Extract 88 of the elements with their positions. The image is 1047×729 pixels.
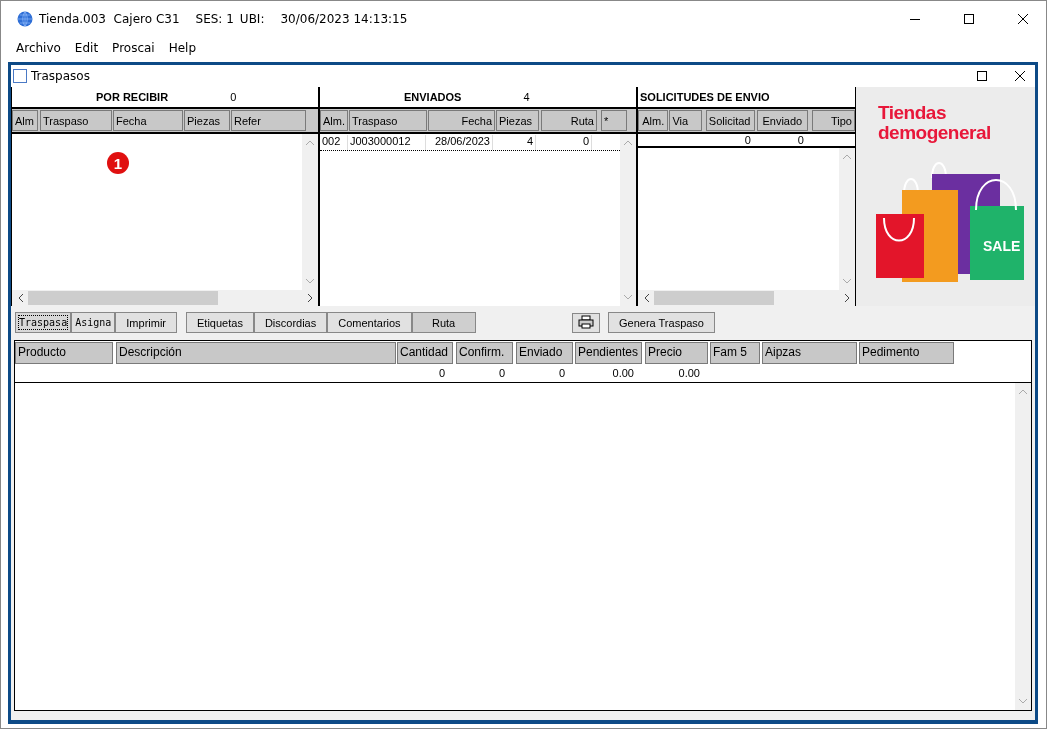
scroll-up-icon[interactable] <box>843 154 851 159</box>
table-cell: 0 <box>536 135 592 150</box>
column-header[interactable]: Piezas <box>496 110 539 131</box>
toolbar-button[interactable]: Etiquetas <box>186 312 254 333</box>
scroll-down-icon[interactable] <box>1019 699 1027 704</box>
close-icon[interactable] <box>1015 71 1025 81</box>
table-cell: J003000012 <box>348 135 426 150</box>
table-cell: 28/06/2023 <box>426 135 493 150</box>
scroll-right-icon[interactable] <box>307 294 313 302</box>
column-header[interactable]: Piezas <box>184 110 230 131</box>
column-header[interactable]: Pendientes <box>575 342 642 364</box>
total-value: 0 <box>498 366 505 381</box>
maximize-icon[interactable] <box>977 71 987 81</box>
table-cell: 002 <box>320 135 348 150</box>
datetime-label: 30/06/2023 14:13:15 <box>280 12 408 26</box>
toolbar-button[interactable]: Ruta <box>411 312 476 333</box>
column-header[interactable]: Cantidad <box>397 342 453 364</box>
globe-icon <box>17 11 33 27</box>
column-header[interactable]: Pedimento <box>859 342 954 364</box>
column-header[interactable]: Tipo <box>811 110 855 131</box>
vertical-scrollbar[interactable] <box>1015 383 1031 710</box>
column-header[interactable]: * <box>601 110 627 131</box>
panel-title: POR RECIBIR <box>96 91 169 103</box>
horizontal-scrollbar[interactable] <box>638 290 855 306</box>
column-header[interactable]: Alm <box>12 110 38 131</box>
panel-title: ENVIADOS <box>404 91 462 103</box>
bag-label: SALE <box>983 238 1021 254</box>
banner-title: Tiendas <box>878 103 946 123</box>
column-header[interactable]: Fecha <box>113 110 183 131</box>
toolbar-button[interactable]: Comentarios <box>327 312 412 333</box>
column-header[interactable]: Fecha <box>428 110 495 131</box>
column-header[interactable]: Enviado <box>756 110 808 131</box>
window-title: Tienda.003 Cajero C31 <box>39 12 180 26</box>
panel-count: 4 <box>523 91 530 103</box>
total-value: 0.00 <box>612 366 634 381</box>
panel-title: SOLICITUDES DE ENVIO <box>640 91 770 103</box>
vertical-scrollbar[interactable] <box>302 134 318 290</box>
location-label: UBI: <box>239 12 265 26</box>
column-header[interactable]: Confirm. <box>456 342 513 364</box>
number-badge: 1 <box>107 152 129 174</box>
column-header[interactable]: Refer <box>231 110 306 131</box>
column-header[interactable]: Solicitad <box>705 110 755 131</box>
scroll-down-icon[interactable] <box>843 279 851 284</box>
maximize-icon[interactable] <box>964 14 974 24</box>
print-button[interactable] <box>572 312 600 333</box>
total-value: 0 <box>797 134 804 146</box>
column-header[interactable]: Producto <box>15 342 113 364</box>
toolbar-button[interactable]: Imprimir <box>115 312 177 333</box>
column-header[interactable]: Aipzas <box>762 342 857 364</box>
horizontal-scrollbar[interactable] <box>12 290 318 306</box>
column-header[interactable]: Ruta <box>541 110 597 131</box>
scroll-down-icon[interactable] <box>306 279 314 284</box>
total-value: 0 <box>438 366 445 381</box>
scroll-right-icon[interactable] <box>844 294 850 302</box>
session-label: SES: 1 <box>195 12 234 26</box>
scroll-up-icon[interactable] <box>1019 389 1027 394</box>
toolbar-button[interactable]: Genera Traspaso <box>608 312 715 333</box>
total-value: 0 <box>744 134 751 146</box>
scroll-up-icon[interactable] <box>306 140 314 145</box>
panel-count: 0 <box>230 91 237 103</box>
scroll-up-icon[interactable] <box>624 140 632 145</box>
column-header[interactable]: Alm. <box>320 110 348 131</box>
scroll-left-icon[interactable] <box>643 294 649 302</box>
child-window-title: Traspasos <box>31 69 90 83</box>
close-icon[interactable] <box>1018 14 1028 24</box>
menu-item[interactable]: Proscai <box>112 41 155 55</box>
column-header[interactable]: Traspaso <box>349 110 427 131</box>
vertical-scrollbar[interactable] <box>620 134 636 306</box>
toolbar-button[interactable]: Traspasa <box>15 312 72 333</box>
vertical-scrollbar[interactable] <box>839 148 855 290</box>
column-header[interactable]: Enviado <box>516 342 573 364</box>
total-value: 0.00 <box>678 366 700 381</box>
banner-title: demogeneral <box>878 123 991 143</box>
menu-item[interactable]: Help <box>168 41 197 55</box>
toolbar-button[interactable]: Discordias <box>253 312 328 333</box>
column-header[interactable]: Traspaso <box>40 110 112 131</box>
scroll-left-icon[interactable] <box>17 294 23 302</box>
column-header[interactable]: Fam 5 <box>710 342 760 364</box>
table-cell: 4 <box>493 135 536 150</box>
column-header[interactable]: Descripción <box>116 342 396 364</box>
total-value: 0 <box>558 366 565 381</box>
menu-item[interactable]: Edit <box>74 41 99 55</box>
toolbar-button[interactable]: Asigna <box>71 312 116 333</box>
column-header[interactable]: Alm. <box>638 110 669 131</box>
scroll-down-icon[interactable] <box>624 295 632 300</box>
column-header[interactable]: Precio <box>645 342 708 364</box>
column-header[interactable]: Via <box>669 110 702 131</box>
menu-item[interactable]: Archivo <box>16 41 61 55</box>
